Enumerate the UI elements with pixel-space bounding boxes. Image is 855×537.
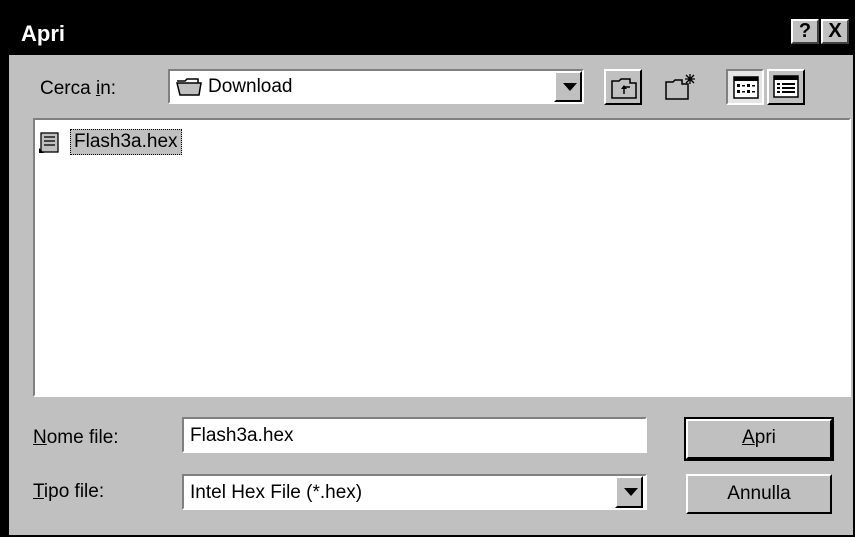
list-view-icon: [733, 76, 759, 105]
close-button[interactable]: X: [821, 19, 849, 44]
filename-label: Nome file:: [33, 427, 119, 448]
chevron-down-icon: [624, 488, 638, 496]
open-button[interactable]: Apri: [684, 417, 834, 461]
new-folder-icon: [664, 72, 698, 107]
file-name: Flash3a.hex: [70, 129, 182, 155]
file-list[interactable]: [33, 118, 851, 397]
lookin-dropdown-button[interactable]: [554, 71, 582, 102]
folder-icon: [176, 76, 202, 103]
up-folder-button[interactable]: [604, 69, 642, 105]
title-bar: Apri ? X: [9, 9, 853, 55]
details-view-icon: [773, 75, 799, 104]
window-title: Apri: [21, 21, 65, 46]
filetype-combo[interactable]: Intel Hex File (*.hex): [182, 474, 647, 510]
filetype-label: Tipo file:: [33, 481, 105, 502]
new-folder-button[interactable]: [661, 69, 699, 105]
filetype-value: Intel Hex File (*.hex): [190, 482, 363, 503]
chevron-down-icon: [563, 83, 577, 91]
help-button[interactable]: ?: [791, 19, 819, 44]
lookin-value: Download: [208, 76, 293, 97]
details-view-button[interactable]: [767, 69, 805, 105]
cancel-button[interactable]: Annulla: [686, 474, 832, 514]
up-folder-icon: [610, 75, 638, 106]
filetype-dropdown-button[interactable]: [615, 476, 643, 508]
filename-input[interactable]: Flash3a.hex: [182, 417, 647, 453]
lookin-label: Cerca in:: [40, 78, 117, 99]
lookin-combo[interactable]: Download: [168, 69, 584, 104]
filename-value: Flash3a.hex: [190, 425, 294, 446]
list-view-button[interactable]: [726, 69, 764, 105]
hex-file-icon: [38, 131, 64, 160]
